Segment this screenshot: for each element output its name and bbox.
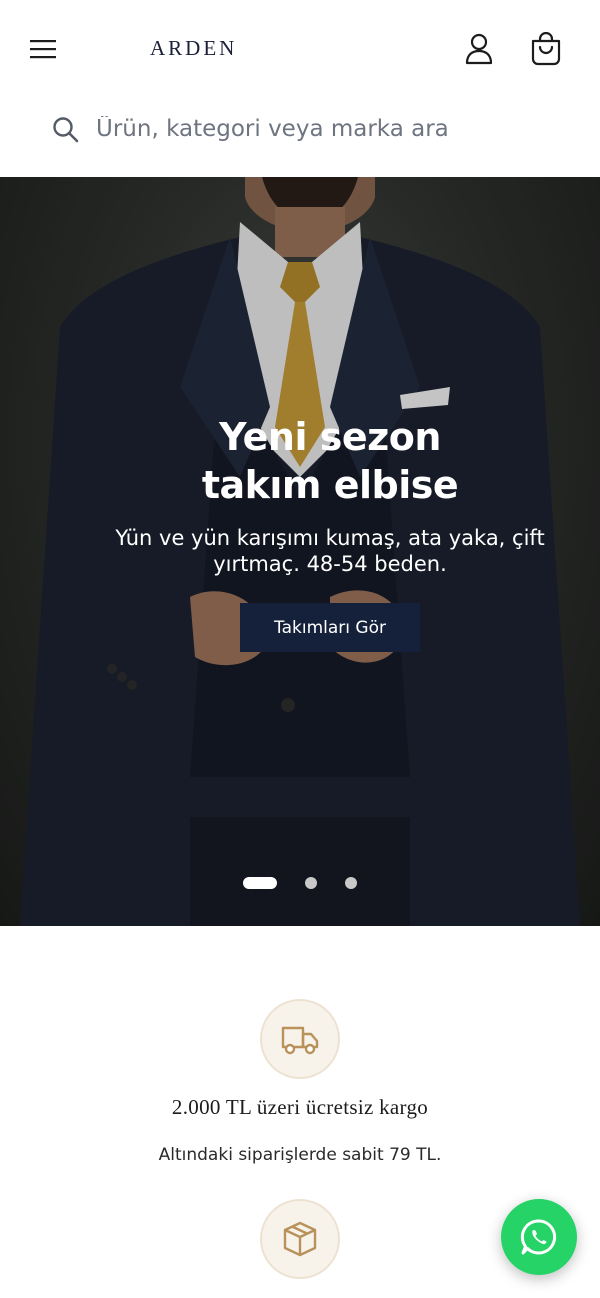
hero-subtitle: Yün ve yün karışımı kumaş, ata yaka, çif… <box>115 526 545 576</box>
feature-free-shipping: 2.000 TL üzeri ücretsiz kargo Altındaki … <box>0 999 600 1189</box>
whatsapp-icon <box>520 1219 557 1255</box>
carousel-dot-2[interactable] <box>305 877 317 889</box>
search-bar <box>0 98 600 176</box>
carousel-dot-3[interactable] <box>345 877 357 889</box>
whatsapp-chat-button[interactable] <box>501 1199 577 1275</box>
feature-description: Altındaki siparişlerde sabit 79 TL. <box>158 1145 442 1165</box>
hero-title: Yeni sezon takım elbise <box>0 413 600 509</box>
cart-button[interactable] <box>524 28 568 70</box>
view-suits-button[interactable]: Takımları Gör <box>240 603 420 652</box>
user-icon <box>465 33 493 65</box>
carousel-dots <box>243 877 357 889</box>
account-button[interactable] <box>458 28 500 70</box>
truck-icon <box>281 1026 319 1055</box>
package-box-icon <box>283 1221 317 1257</box>
hero-title-line-1: Yeni sezon <box>219 415 441 459</box>
feature-icon-circle <box>260 999 340 1079</box>
shopping-bag-icon <box>531 32 561 66</box>
feature-title: 2.000 TL üzeri ücretsiz kargo <box>171 1095 429 1119</box>
feature-icon-circle <box>260 1199 340 1279</box>
search-input[interactable] <box>96 108 566 150</box>
carousel-dot-1[interactable] <box>243 877 277 889</box>
search-icon[interactable] <box>52 116 80 144</box>
brand-logo[interactable]: ARDEN <box>150 36 237 61</box>
hamburger-menu-icon <box>30 40 56 59</box>
hero-banner: Yeni sezon takım elbise Yün ve yün karış… <box>0 177 600 926</box>
site-header: ARDEN <box>0 0 600 98</box>
hero-title-line-2: takım elbise <box>201 463 459 507</box>
menu-button[interactable] <box>24 30 62 68</box>
